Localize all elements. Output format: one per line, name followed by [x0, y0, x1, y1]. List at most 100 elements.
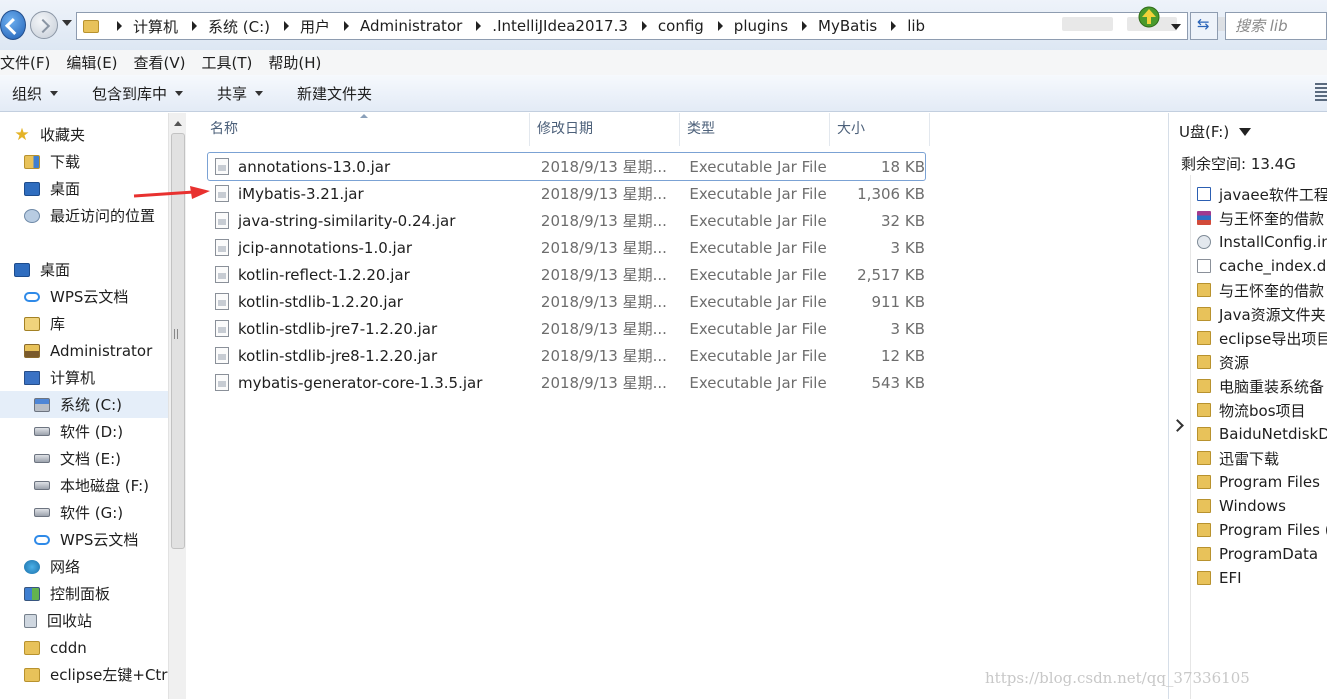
file-name: kotlin-stdlib-1.2.20.jar: [238, 292, 403, 311]
file-row[interactable]: mybatis-generator-core-1.3.5.jar 2018/9/…: [208, 369, 925, 396]
column-name[interactable]: 名称: [187, 113, 530, 146]
file-type: Executable Jar File: [689, 184, 827, 203]
usb-item-label: Java资源文件夹: [1219, 305, 1326, 324]
usb-item[interactable]: 迅雷下载: [1197, 446, 1327, 470]
usb-item[interactable]: 与王怀奎的借款: [1197, 278, 1327, 302]
file-date: 2018/9/13 星期...: [540, 239, 667, 257]
usb-item[interactable]: EFI: [1197, 566, 1327, 590]
usb-item[interactable]: Program Files: [1197, 470, 1327, 494]
usb-item[interactable]: InstallConfig.ini: [1197, 230, 1327, 254]
nav-label: 最近访问的位置: [50, 207, 156, 225]
collapse-panel-button[interactable]: [1169, 175, 1191, 699]
file-row[interactable]: annotations-13.0.jar 2018/9/13 星期... Exe…: [207, 152, 926, 181]
nav-administrator[interactable]: Administrator: [0, 337, 168, 364]
nav-downloads[interactable]: 下载: [0, 148, 168, 175]
file-name: iMybatis-3.21.jar: [238, 184, 364, 203]
breadcrumb-lib[interactable]: lib: [907, 17, 925, 35]
organize-button[interactable]: 组织: [12, 83, 59, 104]
nav-computer[interactable]: 计算机: [0, 364, 168, 391]
usb-item[interactable]: Java资源文件夹: [1197, 302, 1327, 326]
breadcrumb-separator-icon[interactable]: [117, 21, 122, 31]
drive-selector[interactable]: U盘(F:): [1179, 121, 1252, 142]
breadcrumb-intellij[interactable]: .IntelliJIdea2017.3: [492, 17, 628, 35]
column-date[interactable]: 修改日期: [530, 113, 680, 146]
breadcrumb-system-drive[interactable]: 系统 (C:): [208, 16, 270, 37]
file-date: 2018/9/13 星期...: [540, 374, 667, 392]
usb-item[interactable]: javaee软件工程: [1197, 182, 1327, 206]
menu-edit[interactable]: 编辑(E): [66, 52, 126, 73]
usb-item[interactable]: BaiduNetdiskDo: [1197, 422, 1327, 446]
usb-item[interactable]: eclipse导出项目: [1197, 326, 1327, 350]
nav-eclipse-folder[interactable]: eclipse左键+Ctrl: [0, 661, 168, 688]
recent-pages-dropdown[interactable]: [62, 20, 72, 26]
nav-wps-cloud-computer[interactable]: WPS云文档: [0, 526, 168, 553]
file-date: 2018/9/13 星期...: [540, 293, 667, 311]
nav-libraries[interactable]: 库: [0, 310, 168, 337]
new-folder-button[interactable]: 新建文件夹: [297, 83, 372, 104]
breadcrumb-separator-icon[interactable]: [192, 21, 198, 31]
file-row[interactable]: java-string-similarity-0.24.jar 2018/9/1…: [208, 207, 925, 234]
breadcrumb-plugins[interactable]: plugins: [734, 17, 788, 35]
usb-item[interactable]: Program Files (: [1197, 518, 1327, 542]
nav-network[interactable]: 网络: [0, 553, 168, 580]
nav-recent-places[interactable]: 最近访问的位置: [0, 202, 168, 229]
forward-button[interactable]: [30, 11, 58, 39]
column-size[interactable]: 大小: [830, 113, 930, 146]
nav-drive-e[interactable]: 文档 (E:): [0, 445, 168, 472]
file-row[interactable]: jcip-annotations-1.0.jar 2018/9/13 星期...…: [208, 234, 925, 261]
breadcrumb-config[interactable]: config: [658, 17, 704, 35]
file-row[interactable]: kotlin-stdlib-jre8-1.2.20.jar 2018/9/13 …: [208, 342, 925, 369]
breadcrumb-users[interactable]: 用户: [300, 16, 330, 37]
column-header: 名称 修改日期 类型 大小: [187, 113, 1167, 146]
nav-wps-cloud[interactable]: WPS云文档: [0, 283, 168, 310]
usb-item[interactable]: cache_index.db: [1197, 254, 1327, 278]
include-in-library-button[interactable]: 包含到库中: [92, 83, 184, 104]
search-input[interactable]: 搜索 lib: [1225, 12, 1327, 40]
address-bar[interactable]: 计算机 系统 (C:) 用户 Administrator .IntelliJId…: [76, 12, 1243, 40]
nav-cddn[interactable]: cddn: [0, 634, 168, 661]
breadcrumb-mybatis[interactable]: MyBatis: [818, 17, 877, 35]
menu-file[interactable]: 文件(F): [0, 52, 59, 73]
file-name: jcip-annotations-1.0.jar: [238, 238, 413, 257]
breadcrumb-computer[interactable]: 计算机: [133, 16, 178, 37]
change-view-icon[interactable]: [1315, 83, 1327, 101]
breadcrumb-separator-icon[interactable]: [344, 21, 350, 31]
scroll-up-icon[interactable]: [174, 121, 182, 126]
menu-tools[interactable]: 工具(T): [202, 52, 262, 73]
breadcrumb-separator-icon[interactable]: [891, 21, 897, 31]
file-row[interactable]: iMybatis-3.21.jar 2018/9/13 星期... Execut…: [208, 180, 925, 207]
file-row[interactable]: kotlin-stdlib-jre7-1.2.20.jar 2018/9/13 …: [208, 315, 925, 342]
usb-item[interactable]: 电脑重装系统备: [1197, 374, 1327, 398]
breadcrumb-separator-icon[interactable]: [717, 21, 723, 31]
address-history-dropdown-icon[interactable]: [1171, 24, 1181, 30]
usb-item[interactable]: 资源: [1197, 350, 1327, 374]
nav-drive-g[interactable]: 软件 (G:): [0, 499, 168, 526]
share-button[interactable]: 共享: [217, 83, 264, 104]
nav-recycle-bin[interactable]: 回收站: [0, 607, 168, 634]
column-type[interactable]: 类型: [680, 113, 830, 146]
back-button[interactable]: [0, 10, 26, 40]
file-row[interactable]: kotlin-stdlib-1.2.20.jar 2018/9/13 星期...…: [208, 288, 925, 315]
usb-item[interactable]: ProgramData: [1197, 542, 1327, 566]
breadcrumb-separator-icon[interactable]: [802, 21, 808, 31]
menu-view[interactable]: 查看(V): [134, 52, 195, 73]
menu-help[interactable]: 帮助(H): [268, 52, 330, 73]
usb-item[interactable]: 与王怀奎的借款: [1197, 206, 1327, 230]
breadcrumb-administrator[interactable]: Administrator: [360, 17, 462, 35]
nav-desktop[interactable]: 桌面: [0, 256, 168, 283]
folder-icon: [24, 640, 40, 655]
nav-favorites[interactable]: ★ 收藏夹: [0, 121, 168, 148]
app-logo-icon[interactable]: [1138, 6, 1160, 28]
usb-item[interactable]: Windows: [1197, 494, 1327, 518]
nav-drive-f[interactable]: 本地磁盘 (F:): [0, 472, 168, 499]
usb-item[interactable]: 物流bos项目: [1197, 398, 1327, 422]
file-row[interactable]: kotlin-reflect-1.2.20.jar 2018/9/13 星期..…: [208, 261, 925, 288]
breadcrumb-separator-icon[interactable]: [641, 21, 647, 31]
refresh-button[interactable]: [1190, 12, 1218, 40]
nav-label: WPS云文档: [50, 288, 129, 306]
nav-drive-c[interactable]: 系统 (C:): [0, 391, 168, 418]
breadcrumb-separator-icon[interactable]: [284, 21, 290, 31]
nav-control-panel[interactable]: 控制面板: [0, 580, 168, 607]
breadcrumb-separator-icon[interactable]: [476, 21, 482, 31]
nav-drive-d[interactable]: 软件 (D:): [0, 418, 168, 445]
